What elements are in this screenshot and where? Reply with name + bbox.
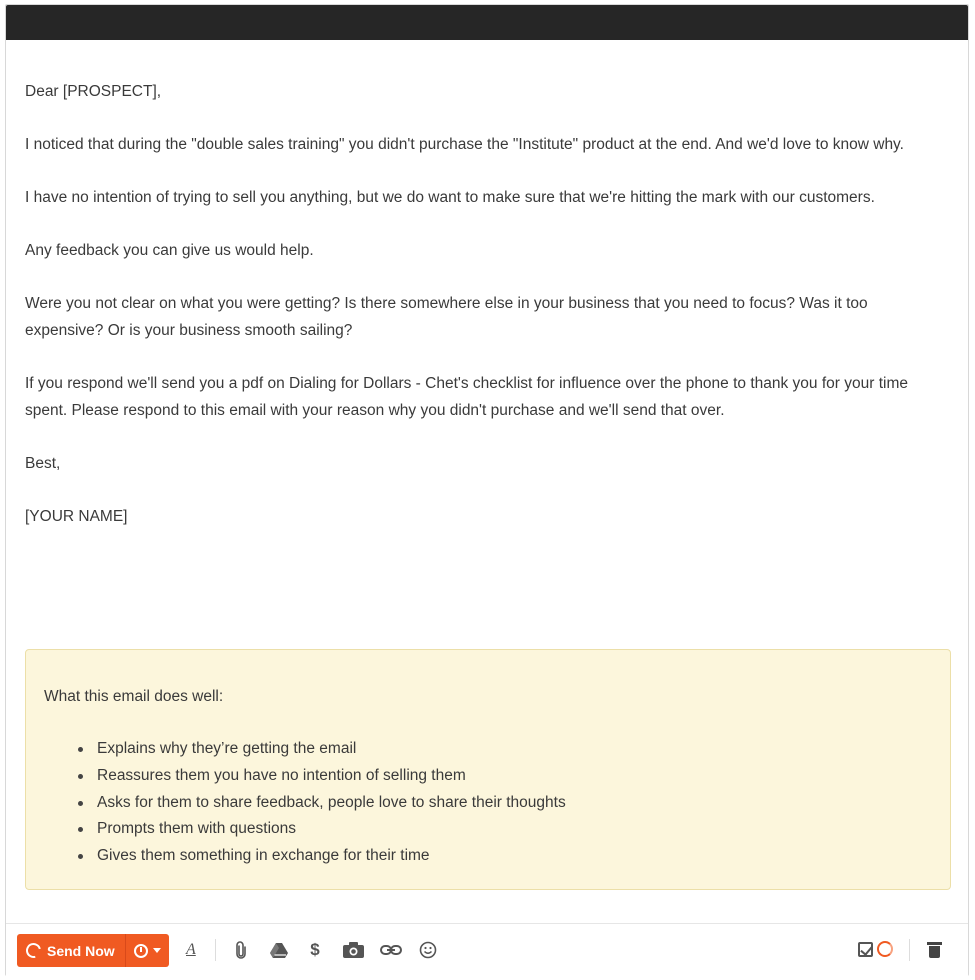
callout-list-item: Prompts them with questions	[77, 816, 932, 843]
compose-window: Dear [PROSPECT], I noticed that during t…	[5, 4, 969, 976]
link-icon[interactable]	[379, 939, 403, 961]
trash-icon-glyph	[927, 942, 942, 958]
trash-icon[interactable]	[927, 939, 942, 961]
window-titlebar[interactable]	[6, 5, 968, 40]
callout-list-item: Gives them something in exchange for the…	[77, 843, 932, 870]
callout-list: Explains why they’re getting the email R…	[44, 736, 932, 870]
send-now-button[interactable]: Send Now	[17, 934, 126, 967]
email-paragraph: I noticed that during the "double sales …	[25, 136, 904, 153]
email-paragraph: I have no intention of trying to sell yo…	[25, 189, 875, 206]
email-paragraph: If you respond we'll send you a pdf on D…	[25, 375, 908, 419]
callout-heading: What this email does well:	[44, 688, 224, 705]
google-drive-icon[interactable]	[268, 939, 290, 961]
callout-list-item: Asks for them to share feedback, people …	[77, 790, 932, 817]
paperclip-icon[interactable]	[232, 939, 250, 961]
callout-list-item: Reassures them you have no intention of …	[77, 763, 932, 790]
email-paragraph: Were you not clear on what you were gett…	[25, 295, 868, 339]
schedule-send-button[interactable]	[125, 934, 169, 967]
send-icon	[23, 940, 44, 961]
emoji-icon[interactable]	[418, 939, 438, 961]
tracking-icon[interactable]	[877, 941, 893, 957]
checkbox-icon[interactable]	[858, 941, 873, 957]
clock-icon	[133, 943, 148, 958]
camera-icon[interactable]	[342, 939, 364, 961]
callout-list-item: Explains why they’re getting the email	[77, 736, 932, 763]
text-format-icon[interactable]: A	[186, 939, 196, 961]
email-signature: [YOUR NAME]	[25, 508, 128, 525]
toolbar-divider	[909, 939, 910, 961]
tracking-toggles	[858, 941, 893, 957]
toolbar-divider	[215, 939, 216, 961]
email-signoff: Best,	[25, 455, 61, 472]
email-body[interactable]: Dear [PROSPECT], I noticed that during t…	[25, 78, 945, 556]
tips-callout: What this email does well: Explains why …	[25, 649, 951, 890]
email-greeting: Dear [PROSPECT],	[25, 83, 162, 100]
send-now-label: Send Now	[47, 942, 115, 959]
send-button-group: Send Now	[17, 934, 169, 967]
dollar-icon[interactable]: $	[308, 939, 322, 961]
compose-toolbar: Send Now A $	[6, 923, 968, 976]
email-paragraph: Any feedback you can give us would help.	[25, 242, 314, 259]
caret-down-icon	[152, 948, 161, 953]
